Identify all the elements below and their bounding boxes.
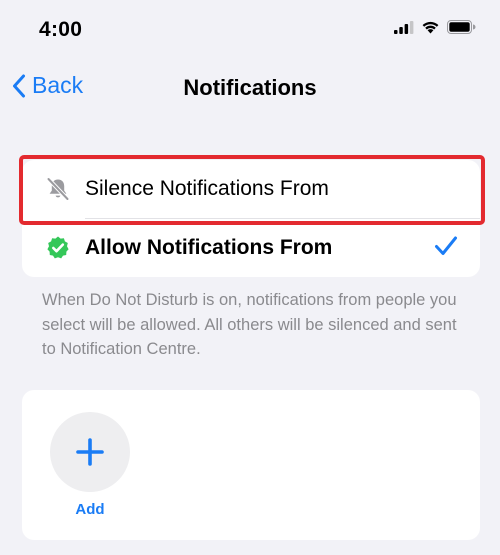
cellular-signal-icon — [394, 20, 414, 34]
status-bar: 4:00 — [0, 0, 500, 60]
wifi-icon — [422, 21, 439, 34]
bell-slash-icon — [43, 174, 73, 204]
option-silence-notifications[interactable]: Silence Notifications From — [22, 160, 480, 218]
option-label: Allow Notifications From — [85, 236, 333, 259]
allowed-people-card: Add — [22, 390, 480, 540]
status-icons — [394, 20, 476, 34]
add-label[interactable]: Add — [50, 501, 130, 518]
page-title: Notifications — [183, 75, 317, 100]
navigation-bar: Back Notifications — [0, 66, 500, 110]
verified-badge-icon — [43, 233, 73, 263]
option-allow-notifications[interactable]: Allow Notifications From — [22, 219, 480, 277]
add-person-button[interactable] — [50, 412, 130, 492]
option-label: Silence Notifications From — [85, 177, 329, 200]
status-time: 4:00 — [39, 18, 83, 41]
battery-icon — [447, 20, 476, 34]
section-footer-description: When Do Not Disturb is on, notifications… — [42, 291, 457, 358]
notification-options-card: Silence Notifications From Allow Notific… — [19, 155, 485, 277]
checkmark-icon — [434, 235, 458, 262]
plus-icon — [76, 438, 104, 466]
